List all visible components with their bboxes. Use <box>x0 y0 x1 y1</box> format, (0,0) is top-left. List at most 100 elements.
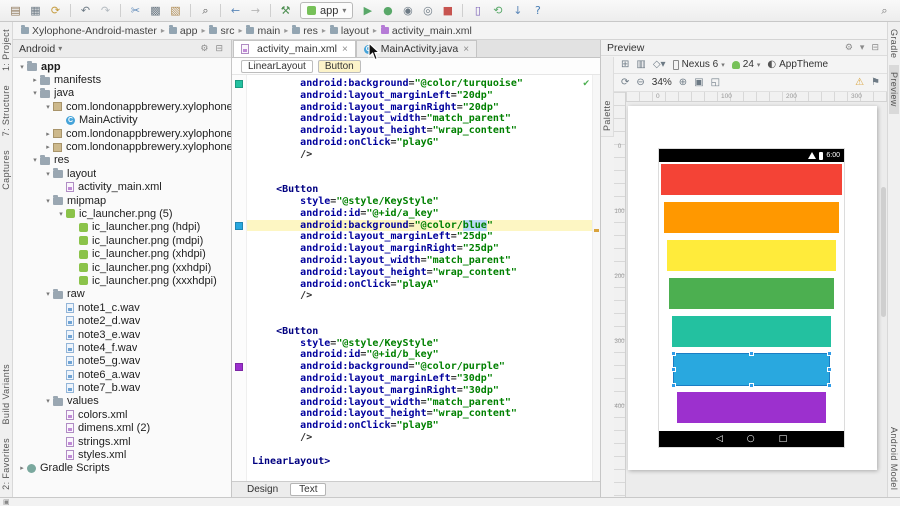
color-preview-swatch[interactable] <box>235 363 243 372</box>
tree-item[interactable]: ic_launcher.png (hdpi) <box>13 221 231 234</box>
breadcrumb-item[interactable]: activity_main.xml <box>380 25 473 37</box>
palette-tab[interactable]: Palette <box>601 57 614 137</box>
toolwindow-toggle-icon[interactable]: ▣ <box>3 499 10 506</box>
code-editor[interactable]: android:background="@color/turquoise" an… <box>232 75 600 481</box>
zoom-out-icon[interactable]: ⊖ <box>636 77 644 88</box>
collapse-arrow-icon[interactable]: ▾ <box>43 197 53 205</box>
stop-icon[interactable]: ■ <box>438 2 457 19</box>
resize-handle-e[interactable] <box>827 366 832 372</box>
expand-arrow-icon[interactable]: ▸ <box>17 464 27 472</box>
breadcrumb-item[interactable]: res <box>291 25 319 37</box>
resize-handle-w[interactable] <box>671 366 676 372</box>
editor-scrollbar[interactable] <box>592 75 600 481</box>
find-icon[interactable]: ⌕ <box>196 2 215 19</box>
debug-icon[interactable]: ● <box>378 2 397 19</box>
build-icon[interactable]: ⚒ <box>276 2 295 19</box>
xylophone-key-green[interactable] <box>669 278 834 309</box>
open-project-icon[interactable]: ▤ <box>6 2 25 19</box>
xylophone-key-yellow[interactable] <box>667 240 836 271</box>
attach-debugger-icon[interactable]: ◎ <box>418 2 437 19</box>
paste-icon[interactable]: ▧ <box>166 2 185 19</box>
save-all-icon[interactable]: ▦ <box>26 2 45 19</box>
collapse-arrow-icon[interactable]: ▾ <box>30 156 40 164</box>
notifications-icon[interactable]: ⚑ <box>871 77 880 88</box>
toolwindow-button-build-variants[interactable]: Build Variants <box>1 357 11 431</box>
collapse-arrow-icon[interactable]: ▾ <box>56 210 66 218</box>
tree-item[interactable]: ▾ java <box>13 87 231 100</box>
resize-handle-sw[interactable] <box>671 383 676 388</box>
xylophone-key-red[interactable] <box>661 164 842 195</box>
settings-gear-icon[interactable]: ⚙ <box>198 44 210 54</box>
toolwindow-button-gradle[interactable]: Gradle <box>889 22 899 65</box>
xylophone-key-orange[interactable] <box>664 202 839 233</box>
collapse-arrow-icon[interactable]: ▾ <box>43 290 53 298</box>
tree-item[interactable]: note1_c.wav <box>13 301 231 314</box>
project-view-selector[interactable]: Android <box>19 43 55 55</box>
collapse-arrow-icon[interactable]: ▾ <box>43 103 53 111</box>
api-level-selector[interactable]: 24 ▾ <box>731 59 760 70</box>
orientation-toggle-icon[interactable]: ▥ <box>636 59 645 70</box>
zoom-in-icon[interactable]: ⊕ <box>679 77 687 88</box>
tree-item[interactable]: ▸ Gradle Scripts <box>13 462 231 475</box>
tree-item[interactable]: ▾ values <box>13 395 231 408</box>
hide-icon[interactable]: ⊟ <box>869 43 881 53</box>
tree-item[interactable]: ic_launcher.png (xhdpi) <box>13 247 231 260</box>
theme-selector[interactable]: ◐ AppTheme <box>767 59 828 70</box>
toolwindow-button-2-favorites[interactable]: 2: Favorites <box>1 431 11 497</box>
color-preview-swatch[interactable] <box>235 80 243 88</box>
sdk-manager-icon[interactable]: ↓ <box>508 2 527 19</box>
run-icon[interactable]: ▶ <box>358 2 377 19</box>
tree-item[interactable]: C MainActivity <box>13 114 231 127</box>
toolwindow-button-7-structure[interactable]: 7: Structure <box>1 78 11 143</box>
xylophone-key-turquoise[interactable] <box>672 316 831 347</box>
tree-item[interactable]: ic_launcher.png (mdpi) <box>13 234 231 247</box>
tree-item[interactable]: ▾ mipmap <box>13 194 231 207</box>
breadcrumb-item[interactable]: main <box>245 25 281 37</box>
gradle-sync-icon[interactable]: ⟲ <box>488 2 507 19</box>
tree-item[interactable]: note2_d.wav <box>13 314 231 327</box>
tree-item[interactable]: note3_e.wav <box>13 328 231 341</box>
breadcrumb-item[interactable]: src <box>208 25 235 37</box>
toolwindow-button-preview[interactable]: Preview <box>889 65 899 115</box>
xylophone-key-purple[interactable] <box>677 392 826 423</box>
cut-icon[interactable]: ✂ <box>126 2 145 19</box>
color-preview-swatch[interactable] <box>235 221 243 230</box>
tab-design[interactable]: Design <box>238 483 287 496</box>
resize-handle-ne[interactable] <box>827 351 832 356</box>
close-icon[interactable]: × <box>342 44 348 55</box>
ui-mode-icon[interactable]: ◇▾ <box>653 59 666 70</box>
breadcrumb-item[interactable]: app <box>168 25 199 37</box>
breadcrumb-button[interactable]: Button <box>317 59 361 73</box>
tree-item[interactable]: note5_g.wav <box>13 355 231 368</box>
device-selector[interactable]: Nexus 6 ▾ <box>672 59 725 70</box>
refresh-icon[interactable]: ⟳ <box>621 77 629 88</box>
tree-item[interactable]: ▸ com.londonappbrewery.xylophonep <box>13 127 231 140</box>
expand-arrow-icon[interactable]: ▸ <box>43 130 53 138</box>
undo-icon[interactable]: ↶ <box>76 2 95 19</box>
preview-scrollbar[interactable] <box>881 187 886 317</box>
resize-handle-n[interactable] <box>748 351 754 356</box>
breadcrumb-item[interactable]: layout <box>329 25 370 37</box>
toolwindow-button-android-model[interactable]: Android Model <box>889 420 899 497</box>
tab-activity-main-xml[interactable]: activity_main.xml × <box>233 40 356 57</box>
tree-item[interactable]: ▾ com.londonappbrewery.xylophonep <box>13 100 231 113</box>
tree-item[interactable]: ic_launcher.png (xxxhdpi) <box>13 274 231 287</box>
collapse-all-icon[interactable]: ⊟ <box>213 44 225 54</box>
search-everywhere-icon[interactable]: ⌕ <box>875 2 894 19</box>
tree-item[interactable]: ▸ com.londonappbrewery.xylophonep <box>13 140 231 153</box>
warnings-icon[interactable]: ⚠ <box>855 77 864 88</box>
xylophone-key-blue[interactable] <box>671 351 832 388</box>
tree-item[interactable]: ▾ res <box>13 154 231 167</box>
avd-manager-icon[interactable]: ▯ <box>468 2 487 19</box>
expand-arrow-icon[interactable]: ▸ <box>43 143 53 151</box>
back-icon[interactable]: ← <box>226 2 245 19</box>
collapse-arrow-icon[interactable]: ▾ <box>17 63 27 71</box>
tree-item[interactable]: styles.xml <box>13 448 231 461</box>
tab-text[interactable]: Text <box>290 483 327 496</box>
tree-item[interactable]: ic_launcher.png (xxhdpi) <box>13 261 231 274</box>
collapse-arrow-icon[interactable]: ▾ <box>30 89 40 97</box>
tree-item[interactable]: ▾ raw <box>13 288 231 301</box>
resize-handle-se[interactable] <box>827 383 832 388</box>
redo-icon[interactable]: ↷ <box>96 2 115 19</box>
close-icon[interactable]: × <box>463 44 469 55</box>
